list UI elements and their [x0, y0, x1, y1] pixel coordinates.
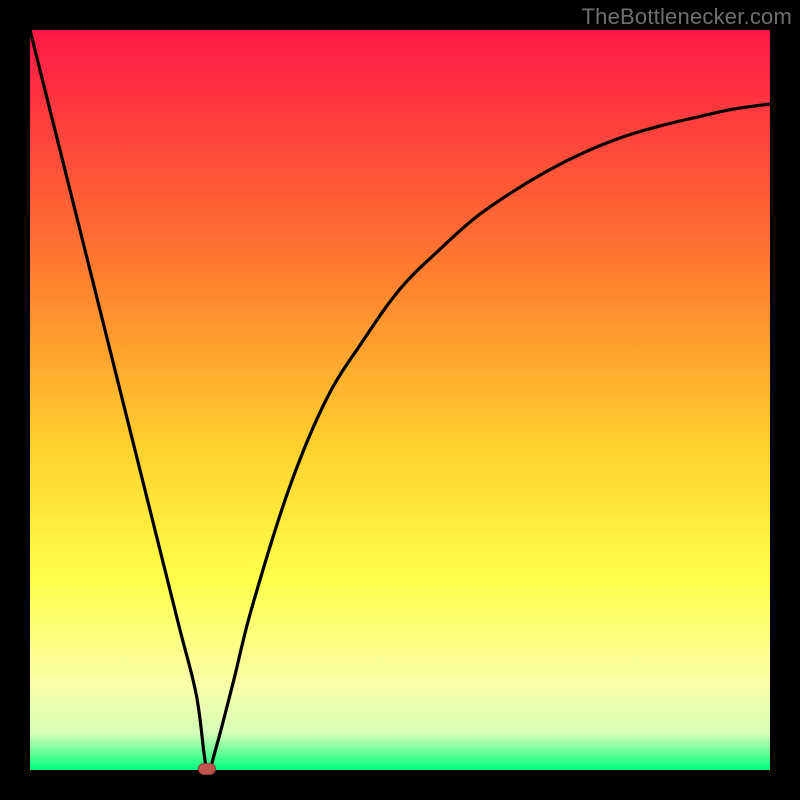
- chart-svg: [0, 0, 800, 800]
- plot-area: [30, 30, 770, 770]
- chart-container: TheBottlenecker.com: [0, 0, 800, 800]
- minimum-marker: [198, 764, 215, 775]
